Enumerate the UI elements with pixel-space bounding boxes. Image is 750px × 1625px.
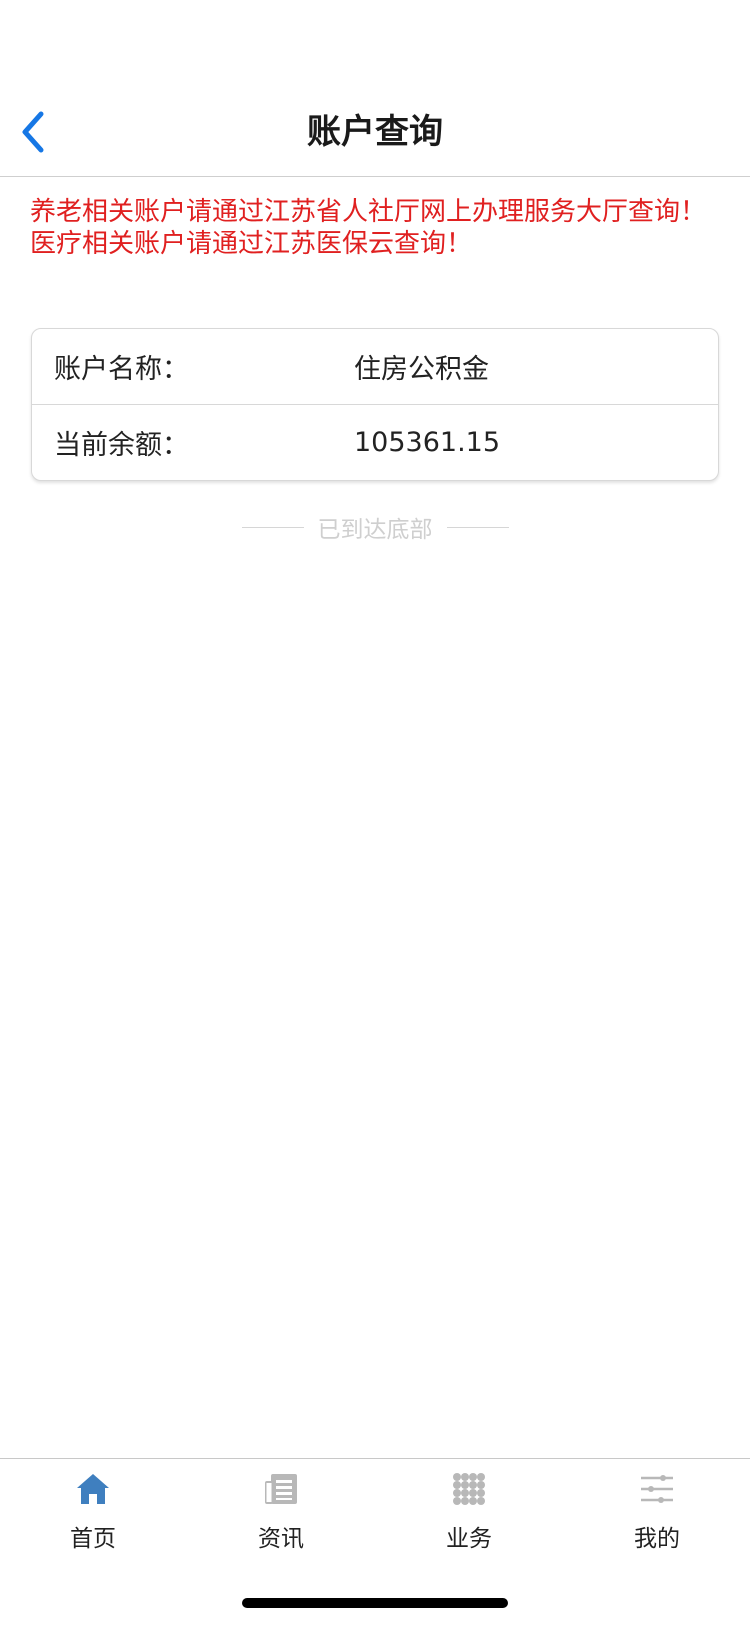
notice-line-medical: 医疗相关账户请通过江苏医保云查询！ <box>30 229 473 259</box>
grid-icon <box>449 1469 489 1509</box>
nav-bar: 账户查询 <box>0 88 750 177</box>
tab-business-label: 业务 <box>446 1526 492 1552</box>
end-of-list-text: 已到达底部 <box>317 517 433 543</box>
account-name-value: 住房公积金 <box>354 354 489 385</box>
end-of-list-hint: 已到达底部 <box>0 510 750 544</box>
balance-label: 当前余额： <box>54 430 189 461</box>
tab-business[interactable]: 业务 <box>409 1469 529 1553</box>
balance-value: 105361.15 <box>354 427 501 458</box>
divider-right <box>446 526 509 528</box>
home-indicator[interactable] <box>242 1598 508 1608</box>
tab-home[interactable]: 首页 <box>33 1469 153 1553</box>
divider-left <box>241 526 304 528</box>
tab-news-label: 资讯 <box>258 1526 304 1552</box>
tab-mine[interactable]: 我的 <box>597 1469 717 1553</box>
account-card: 账户名称： 住房公积金 当前余额： 105361.15 <box>31 328 719 481</box>
notice-line-pension: 养老相关账户请通过江苏省人社厅网上办理服务大厅查询！ <box>30 197 707 227</box>
tab-mine-label: 我的 <box>634 1526 680 1552</box>
notice-text: 养老相关账户请通过江苏省人社厅网上办理服务大厅查询！ 医疗相关账户请通过江苏医保… <box>30 196 722 260</box>
account-name-label: 账户名称： <box>54 354 189 385</box>
news-icon <box>261 1469 301 1509</box>
tab-home-label: 首页 <box>70 1526 116 1552</box>
account-name-row: 账户名称： 住房公积金 <box>32 329 718 404</box>
balance-row: 当前余额： 105361.15 <box>32 404 718 480</box>
home-icon <box>73 1469 113 1509</box>
tab-news[interactable]: 资讯 <box>221 1469 341 1553</box>
page-title: 账户查询 <box>307 112 443 152</box>
settings-sliders-icon <box>637 1469 677 1509</box>
